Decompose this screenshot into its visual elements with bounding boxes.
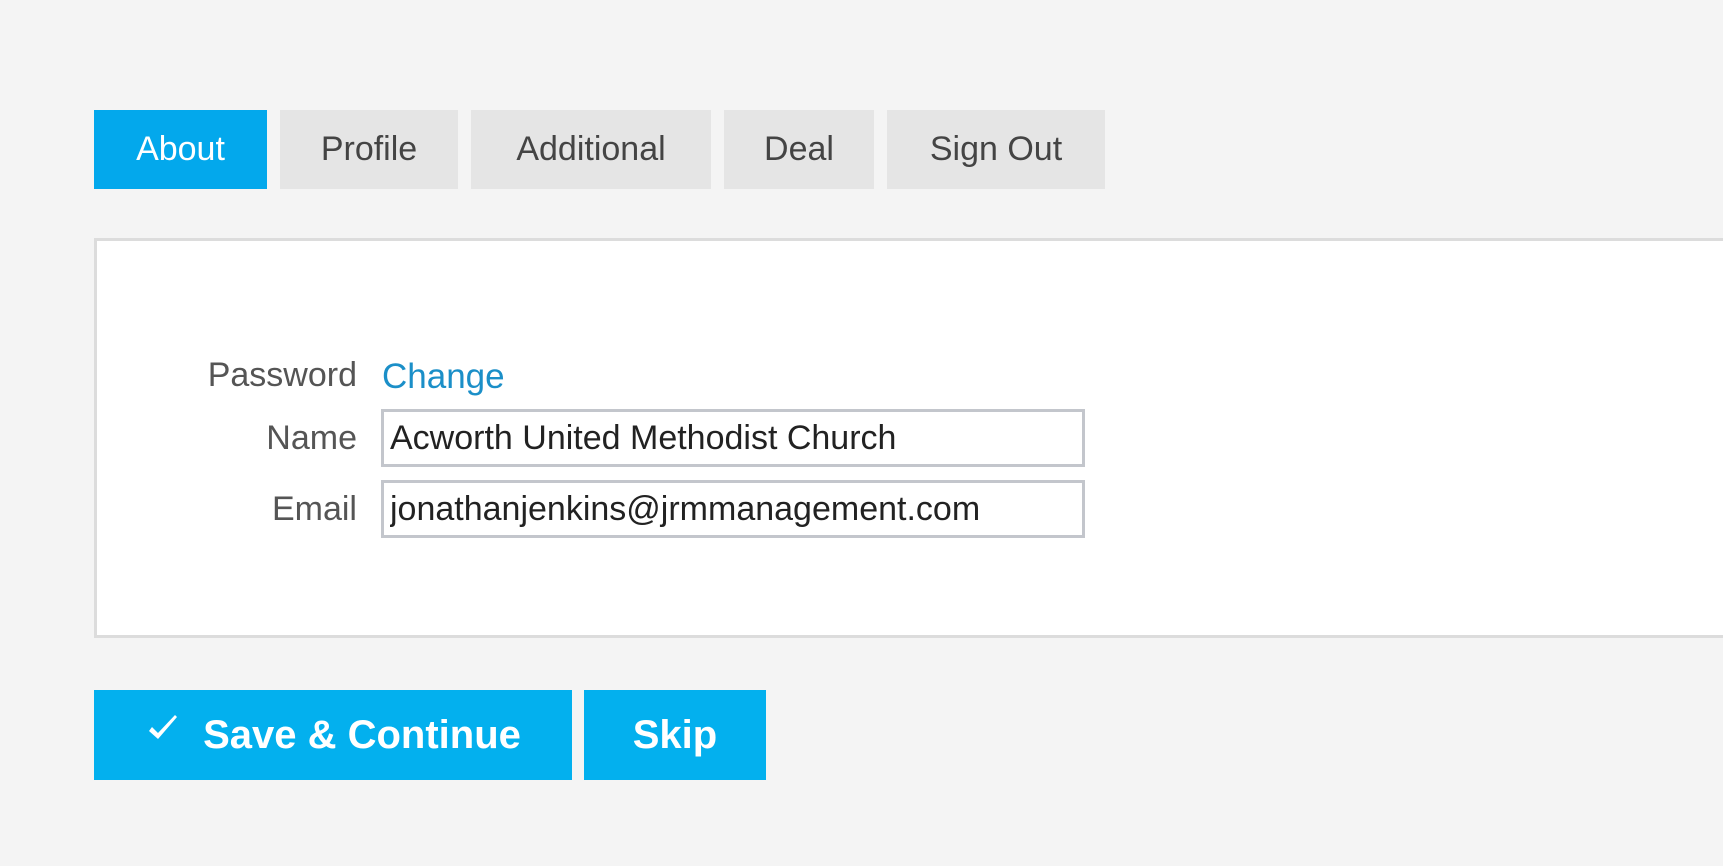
email-label: Email [271, 490, 357, 528]
checkmark-icon [149, 715, 178, 739]
save-button-label: Save & Continue [203, 712, 521, 757]
tab-label: Additional [516, 130, 666, 168]
save-and-continue-button[interactable]: Save & Continue [94, 690, 572, 780]
password-label: Password [207, 356, 357, 394]
form-actions: Save & Continue Skip [94, 690, 766, 780]
change-password-link[interactable]: Change [382, 348, 505, 406]
tab-label: Profile [320, 130, 418, 168]
tab-label: Sign Out [929, 130, 1063, 168]
skip-button[interactable]: Skip [584, 690, 766, 780]
email-row: Email [97, 480, 1297, 538]
name-input[interactable] [381, 409, 1085, 467]
tab-additional[interactable]: Additional [471, 110, 711, 189]
tab-label: Deal [764, 130, 834, 168]
tab-bar: About Profile Additional Deal Sign Out [94, 110, 1105, 189]
name-row: Name [97, 409, 1297, 467]
tab-profile[interactable]: Profile [280, 110, 458, 189]
skip-button-label: Skip [632, 712, 718, 757]
tab-sign-out[interactable]: Sign Out [887, 110, 1105, 189]
password-row: Password Change [97, 346, 1297, 404]
tab-deal[interactable]: Deal [724, 110, 874, 189]
tab-about[interactable]: About [94, 110, 267, 189]
tab-label: About [136, 130, 225, 168]
name-label: Name [266, 419, 357, 457]
about-form-panel: Password Change Name Email [94, 238, 1723, 638]
email-input[interactable] [381, 480, 1085, 538]
